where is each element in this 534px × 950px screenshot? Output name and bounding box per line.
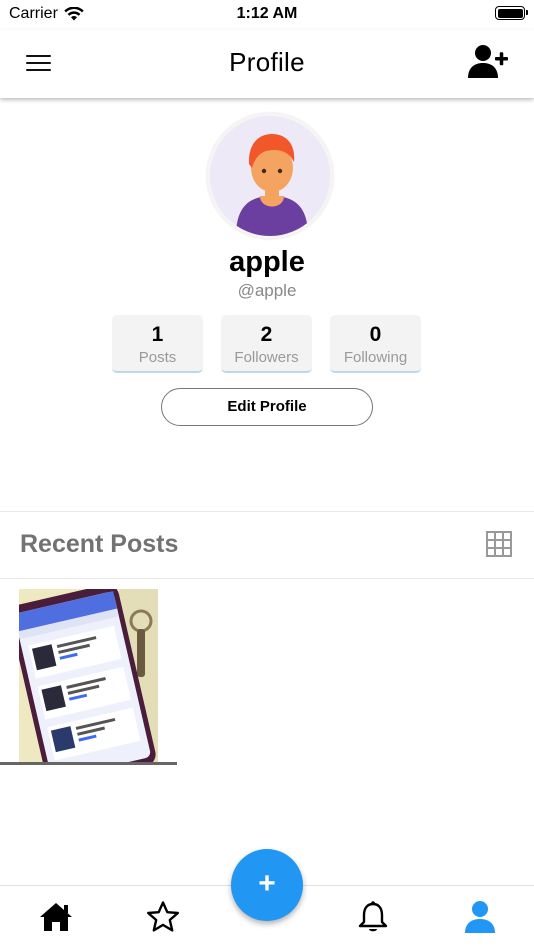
star-icon bbox=[147, 901, 179, 932]
section-divider bbox=[0, 578, 534, 579]
bell-icon bbox=[358, 901, 388, 932]
profile-stats: 1 Posts 2 Followers 0 Following bbox=[112, 315, 421, 373]
profile-name: apple bbox=[229, 246, 305, 278]
avatar[interactable] bbox=[207, 113, 333, 239]
stat-value: 1 bbox=[151, 323, 164, 346]
status-time: 1:12 AM bbox=[236, 5, 298, 22]
add-user-icon bbox=[468, 45, 508, 78]
battery-icon bbox=[495, 6, 528, 20]
post-divider bbox=[0, 762, 177, 765]
add-post-button[interactable]: + bbox=[231, 849, 303, 921]
stat-label: Posts bbox=[138, 349, 177, 366]
nav-home[interactable] bbox=[38, 900, 74, 934]
nav-profile[interactable] bbox=[462, 900, 498, 934]
nav-favorites[interactable] bbox=[145, 900, 181, 934]
phone-screenshot-photo bbox=[19, 589, 158, 764]
stat-following[interactable]: 0 Following bbox=[330, 315, 421, 373]
grid-icon bbox=[486, 531, 512, 557]
person-icon bbox=[465, 901, 495, 933]
stat-label: Followers bbox=[234, 349, 299, 366]
edit-profile-button[interactable]: Edit Profile bbox=[161, 388, 373, 426]
add-user-button[interactable] bbox=[468, 44, 510, 80]
stat-value: 0 bbox=[369, 323, 382, 346]
profile-handle: @apple bbox=[237, 281, 297, 300]
home-icon bbox=[40, 903, 72, 931]
post-thumbnail[interactable] bbox=[19, 589, 158, 764]
page-title: Profile bbox=[229, 47, 305, 77]
grid-view-button[interactable] bbox=[486, 531, 512, 557]
plus-icon: + bbox=[258, 867, 276, 900]
stat-posts[interactable]: 1 Posts bbox=[112, 315, 203, 373]
section-divider bbox=[0, 511, 534, 512]
stat-followers[interactable]: 2 Followers bbox=[221, 315, 312, 373]
app-bar: Profile bbox=[0, 30, 534, 98]
status-bar: Carrier 1:12 AM bbox=[0, 0, 534, 30]
recent-posts-title: Recent Posts bbox=[20, 530, 179, 558]
avatar-illustration bbox=[236, 134, 308, 236]
stat-value: 2 bbox=[260, 323, 273, 346]
stat-label: Following bbox=[343, 349, 408, 366]
nav-notifications[interactable] bbox=[355, 900, 391, 934]
